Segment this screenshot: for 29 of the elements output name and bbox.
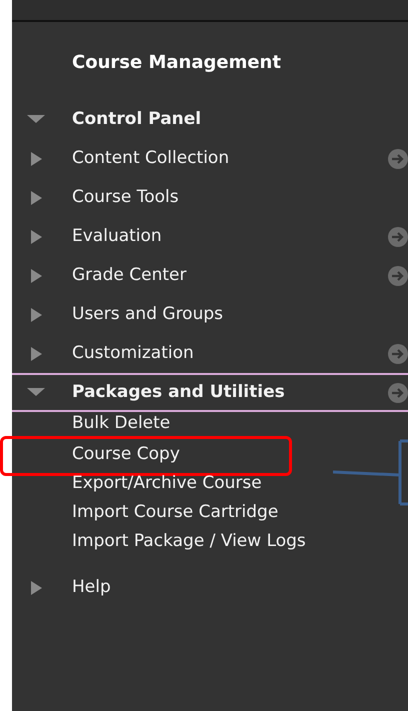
menu-item[interactable]: Content Collection [72, 146, 230, 172]
section-title: Course Management [72, 52, 281, 73]
menu-item[interactable]: Customization [72, 340, 194, 366]
arrow-circle-icon[interactable] [388, 226, 408, 246]
menu-item[interactable]: Packages and Utilities [72, 380, 285, 406]
caret-right-icon[interactable] [30, 346, 42, 360]
caret-right-icon[interactable] [30, 190, 42, 204]
menu-item[interactable]: Users and Groups [72, 302, 224, 328]
arrow-circle-icon[interactable] [388, 344, 408, 364]
menu-item[interactable]: Control Panel [72, 106, 202, 132]
menu-item[interactable]: Course Tools [72, 184, 179, 210]
caret-right-icon[interactable] [30, 152, 42, 166]
arrow-circle-icon[interactable] [388, 148, 408, 168]
caret-right-icon[interactable] [30, 308, 42, 322]
menu-link[interactable]: Import Course Cartridge [72, 504, 278, 521]
caret-right-icon[interactable] [30, 268, 42, 282]
menu-item[interactable]: Help [72, 574, 111, 600]
menu-item[interactable]: Evaluation [72, 224, 162, 250]
arrow-circle-icon[interactable] [388, 266, 408, 286]
caret-right-icon[interactable] [30, 580, 42, 594]
caret-down-icon[interactable] [27, 115, 45, 124]
arrow-circle-icon[interactable] [388, 382, 408, 402]
menu-link[interactable]: Course Copy [72, 446, 180, 463]
menu-item[interactable]: Grade Center [72, 262, 186, 288]
menu-link[interactable]: Import Package / View Logs [72, 533, 306, 550]
caret-down-icon[interactable] [27, 388, 45, 397]
menu-link[interactable]: Export/Archive Course [72, 475, 262, 492]
menu-link[interactable]: Bulk Delete [72, 414, 170, 432]
caret-right-icon[interactable] [30, 230, 42, 244]
